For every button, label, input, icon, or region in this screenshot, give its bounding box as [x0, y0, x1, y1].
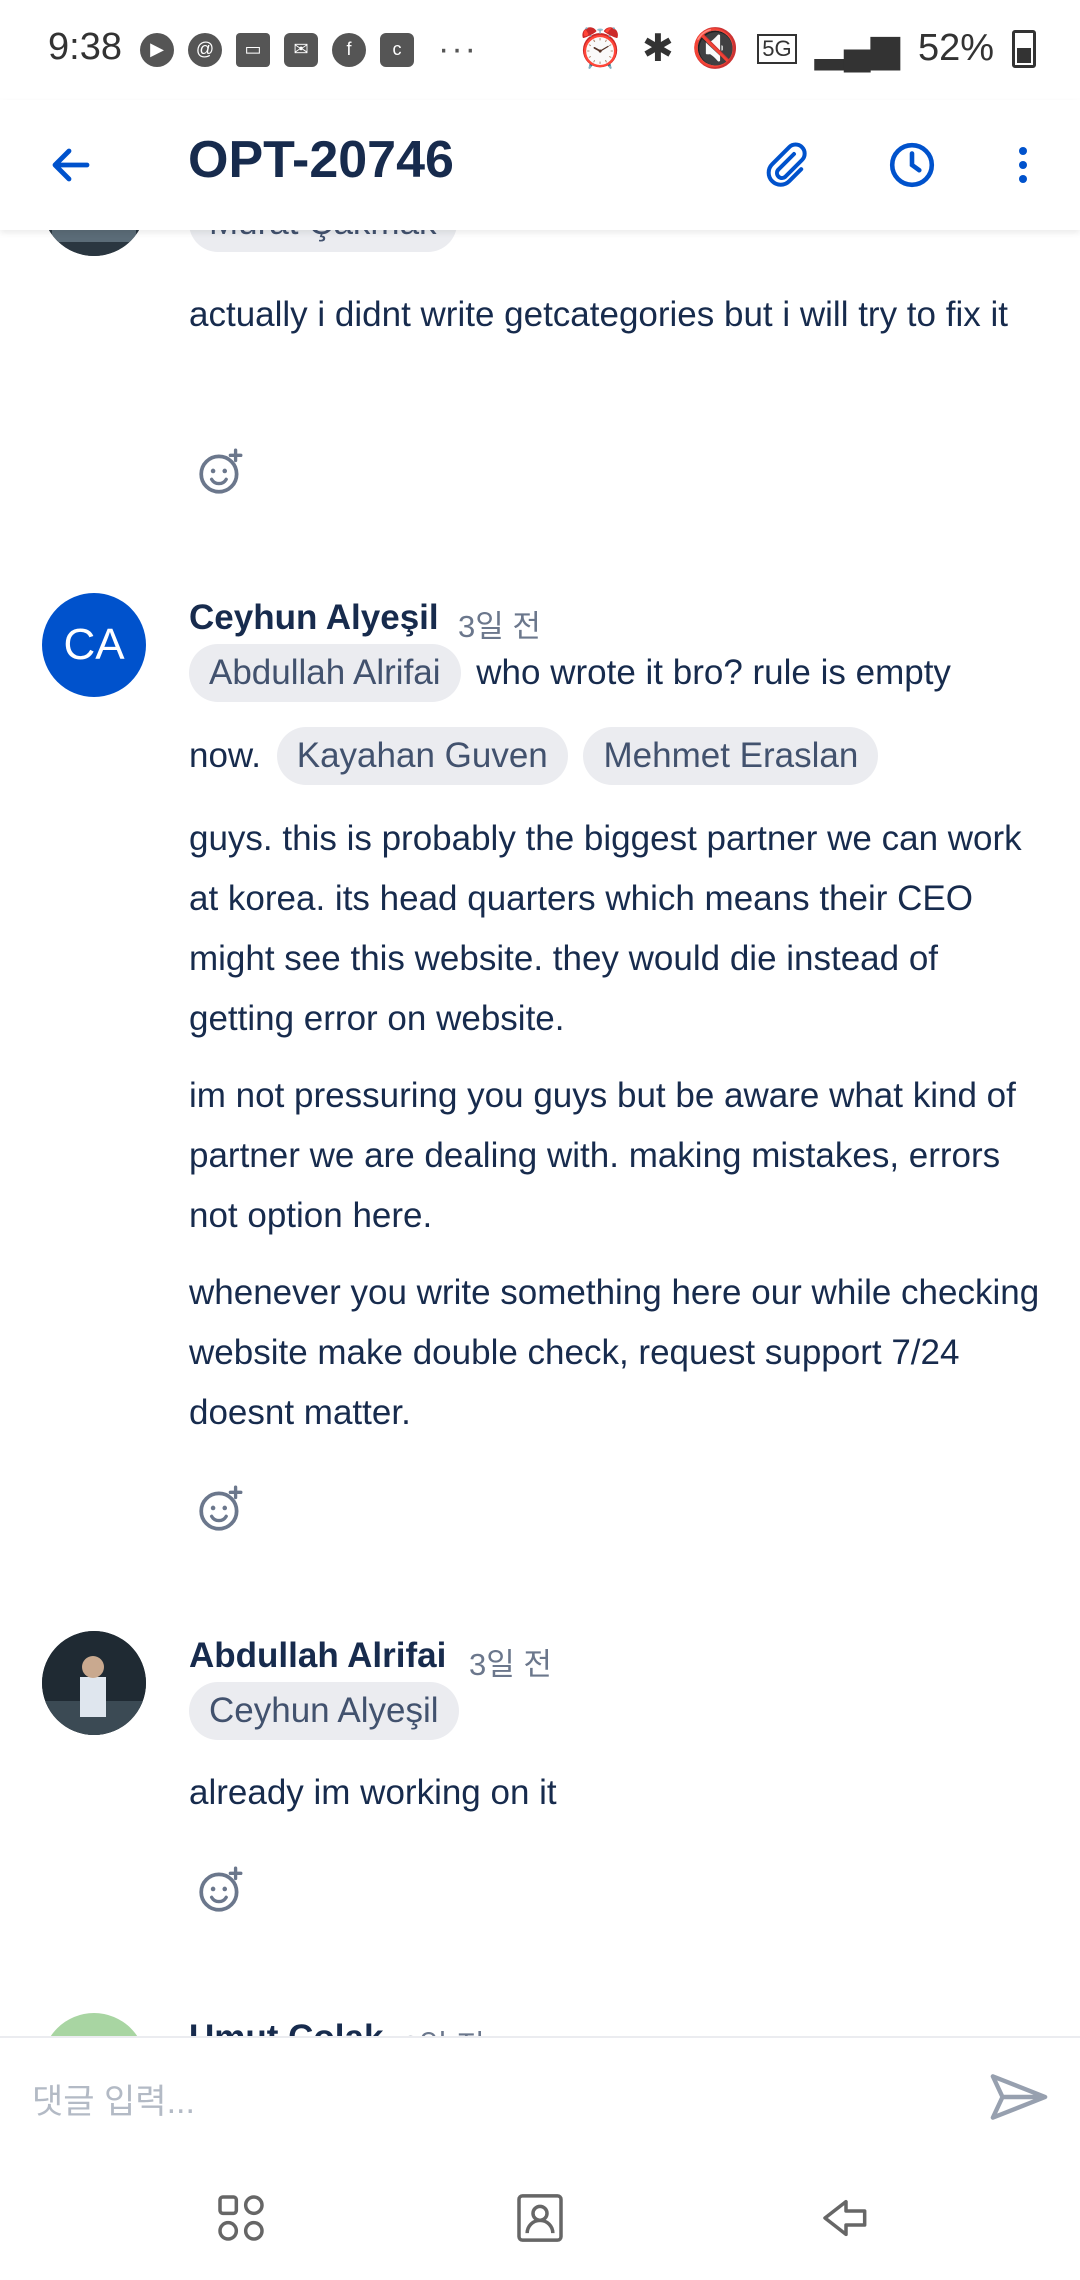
recent-apps-icon[interactable] [213, 2190, 269, 2246]
avatar [42, 2013, 146, 2036]
facebook-icon: f [332, 32, 366, 67]
mute-icon: 🔇 [691, 27, 740, 70]
signal-icon: ▂▄▆ [814, 28, 900, 70]
battery-level: 52% [917, 27, 994, 69]
network-type: 5G [757, 33, 797, 64]
message-icon: ✉ [284, 32, 318, 67]
comment-paragraph: im not pressuring you guys but be aware … [189, 1076, 1016, 1235]
comment-author[interactable]: Ceyhun Alyeşil [189, 598, 439, 638]
add-reaction-icon[interactable] [196, 1484, 246, 1534]
status-bar: 9:38 ▶ @ ▭ ✉ f c ··· ⏰ ✱ 🔇 5G ▂▄▆ 52% [0, 0, 1080, 100]
more-vertical-icon [1019, 147, 1027, 183]
attachment-button[interactable] [750, 130, 820, 200]
back-button[interactable] [36, 130, 106, 200]
history-button[interactable] [877, 130, 947, 200]
comment-line: now. Kayahan Guven Mehmet Eraslan [189, 727, 879, 785]
notification-icons: ▶ @ ▭ ✉ f c ··· [140, 30, 478, 69]
comment-text: who wrote it bro? rule is empty [476, 653, 951, 692]
add-reaction-icon[interactable] [196, 1865, 246, 1915]
comment-input[interactable]: 댓글 입력... [32, 2074, 195, 2123]
citi-icon: c [380, 32, 414, 67]
comment-paragraph: guys. this is probably the biggest partn… [189, 819, 1022, 1038]
home-icon[interactable] [512, 2190, 568, 2246]
avatar-initials: CA [63, 620, 125, 669]
clock-icon [889, 142, 935, 188]
comment-line: Abdullah Alrifai who wrote it bro? rule … [189, 644, 951, 702]
mention-chip[interactable]: Kayahan Guven [276, 727, 568, 785]
at-icon: @ [188, 32, 222, 67]
comment-time: 3일 전 [469, 1647, 552, 1682]
more-options-button[interactable] [988, 130, 1058, 200]
comments-list[interactable]: Murat Çakmak actually i didnt write getc… [0, 230, 1080, 2036]
more-notifications-icon: ··· [438, 30, 478, 68]
comment-text: already im working on it [189, 1773, 557, 1812]
status-time: 9:38 [48, 26, 122, 68]
comment-time: 3일 전 [458, 609, 541, 644]
mention-chip[interactable]: Murat Çakmak [189, 230, 457, 252]
issue-key-title: OPT-20746 [188, 131, 454, 189]
user-photo [42, 1631, 146, 1735]
avatar: CA [42, 593, 146, 697]
battery-icon [1012, 29, 1036, 68]
back-arrow-icon [52, 148, 90, 182]
system-navigation-bar [0, 2154, 1080, 2280]
user-photo [42, 230, 146, 256]
comment-text: actually i didnt write getcategories but… [189, 295, 1008, 334]
payco-icon: ▭ [236, 32, 270, 67]
system-icons: ⏰ ✱ 🔇 5G ▂▄▆ 52% [577, 26, 1036, 71]
avatar [42, 1631, 146, 1735]
mention-chip[interactable]: Ceyhun Alyeşil [189, 1682, 459, 1740]
mention-chip[interactable]: Mehmet Eraslan [583, 727, 879, 785]
add-reaction-icon[interactable] [196, 447, 246, 497]
play-icon: ▶ [140, 32, 174, 67]
back-nav-icon[interactable] [818, 2190, 874, 2246]
bluetooth-icon: ✱ [642, 28, 674, 70]
paperclip-icon [766, 142, 807, 187]
comment-text: now. [189, 736, 261, 775]
avatar [42, 230, 146, 256]
send-icon[interactable] [986, 2064, 1052, 2130]
comment-paragraph: whenever you write something here our wh… [189, 1273, 1040, 1432]
app-bar: OPT-20746 [0, 100, 1080, 230]
comment-time: 3일 전 [402, 2021, 485, 2036]
comment-author[interactable]: Umut Çolak [189, 2018, 383, 2036]
mention-chip[interactable]: Abdullah Alrifai [189, 644, 461, 702]
comment-input-bar: 댓글 입력... [0, 2036, 1080, 2156]
comment-author[interactable]: Abdullah Alrifai [189, 1636, 446, 1676]
alarm-icon: ⏰ [576, 27, 625, 70]
